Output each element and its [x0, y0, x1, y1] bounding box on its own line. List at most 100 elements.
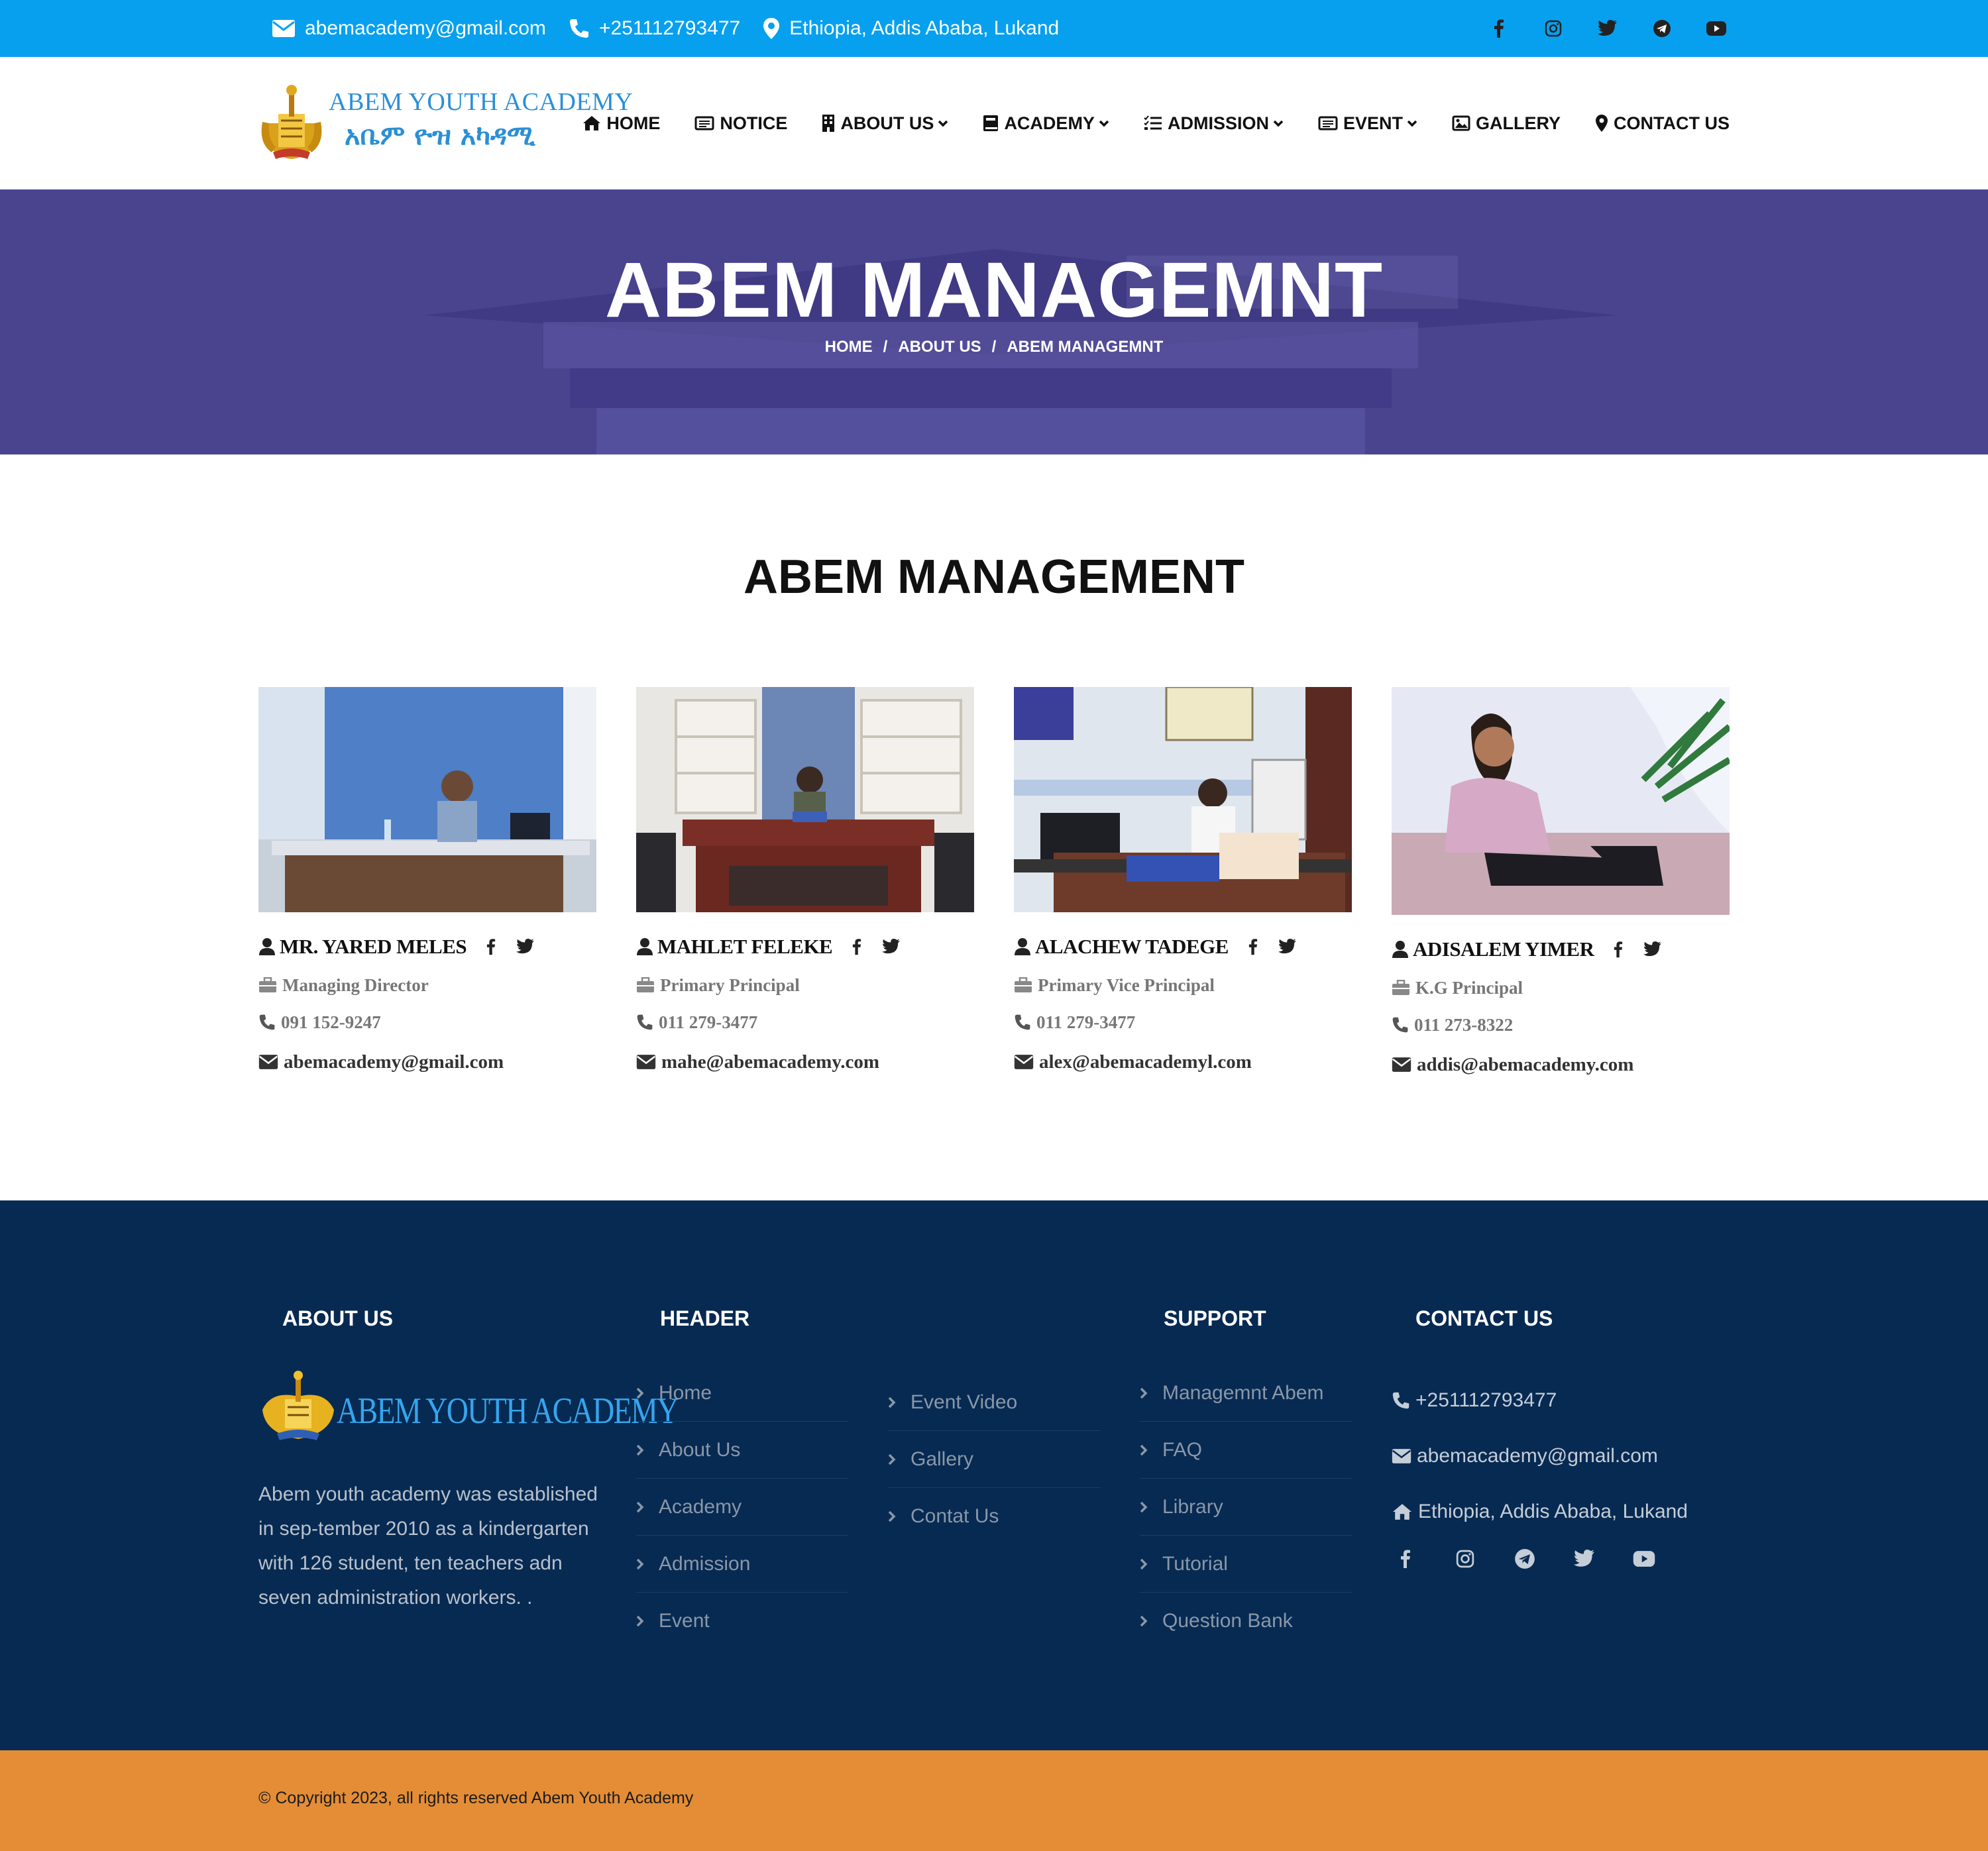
chevron-right-icon	[636, 1444, 644, 1455]
twitter-icon[interactable]	[1594, 15, 1621, 42]
footer-link-contact[interactable]: Contat Us	[888, 1488, 1100, 1545]
top-contact-info: abemacademy@gmail.com +251112793477 Ethi…	[272, 0, 1081, 57]
academy-crest-icon	[261, 85, 322, 159]
footer-link-label: Academy	[659, 1495, 742, 1518]
footer-link-faq[interactable]: FAQ	[1140, 1422, 1352, 1479]
chevron-right-icon	[636, 1558, 644, 1569]
staff-email-text: alex@abemacademyl.com	[1039, 1051, 1252, 1073]
staff-name: MR. YARED MELES	[280, 935, 467, 958]
facebook-icon[interactable]	[1392, 1545, 1419, 1573]
nav-about[interactable]: ABOUT US	[822, 113, 948, 134]
staff-phone-text: 091 152-9247	[281, 1012, 381, 1032]
top-address-text: Ethiopia, Addis Ababa, Lukand	[789, 17, 1060, 39]
facebook-icon[interactable]	[481, 937, 501, 957]
facebook-icon[interactable]	[1608, 939, 1628, 959]
facebook-icon[interactable]	[1243, 937, 1263, 957]
staff-email[interactable]: abemacademy@gmail.com	[258, 1050, 596, 1074]
staff-photo	[1392, 687, 1730, 915]
footer-link-label: Gallery	[911, 1448, 974, 1470]
home-icon	[1392, 1504, 1412, 1520]
map-marker-icon	[763, 18, 780, 39]
footer-link-admission[interactable]: Admission	[636, 1536, 848, 1593]
footer-logo[interactable]: ABEM YOUTH ACADEMY	[258, 1370, 679, 1443]
user-icon	[1015, 938, 1030, 955]
staff-email-text: addis@abemacademy.com	[1417, 1053, 1634, 1075]
copyright-bar: © Copyright 2023, all rights reserved Ab…	[0, 1750, 1988, 1851]
home-icon	[583, 116, 601, 131]
twitter-icon[interactable]	[881, 937, 901, 957]
breadcrumb-about[interactable]: ABOUT US	[898, 338, 981, 356]
envelope-icon	[1014, 1055, 1034, 1069]
nav-gallery[interactable]: GALLERY	[1452, 113, 1561, 134]
staff-email[interactable]: mahe@abemacademy.com	[636, 1050, 974, 1074]
nav-admission-label: ADMISSION	[1167, 113, 1269, 133]
site-logo[interactable]: ABEM YOUTH ACADEMY አቤም ዮዝ አካዳሚ	[258, 83, 633, 163]
newspaper-icon	[694, 116, 714, 131]
nav-academy[interactable]: ACADEMY	[983, 113, 1109, 134]
nav-notice[interactable]: NOTICE	[694, 113, 787, 134]
twitter-icon[interactable]	[1643, 939, 1663, 959]
chevron-right-icon	[1140, 1387, 1148, 1399]
footer-link-label: Home	[659, 1381, 712, 1404]
academy-crest-icon	[262, 1371, 334, 1440]
staff-photo	[258, 687, 596, 912]
nav-contact[interactable]: CONTACT US	[1595, 113, 1730, 134]
nav-event-label: EVENT	[1343, 113, 1403, 133]
top-social-links	[1458, 0, 1730, 57]
envelope-icon	[1392, 1449, 1411, 1463]
phone-icon	[1392, 1017, 1408, 1033]
footer-link-about[interactable]: About Us	[636, 1422, 848, 1479]
facebook-icon[interactable]	[1486, 15, 1512, 42]
nav-admission[interactable]: ADMISSION	[1144, 113, 1284, 134]
youtube-icon[interactable]	[1703, 15, 1730, 42]
staff-email[interactable]: addis@abemacademy.com	[1392, 1053, 1730, 1077]
youtube-icon[interactable]	[1630, 1545, 1658, 1573]
footer-link-tutorial[interactable]: Tutorial	[1140, 1536, 1352, 1593]
top-phone[interactable]: +251112793477	[569, 17, 740, 40]
facebook-icon[interactable]	[847, 937, 867, 957]
footer-link-home[interactable]: Home	[636, 1365, 848, 1422]
twitter-icon[interactable]	[1278, 937, 1298, 957]
staff-email[interactable]: alex@abemacademyl.com	[1014, 1050, 1352, 1074]
nav-event[interactable]: EVENT	[1318, 113, 1417, 134]
nav-home[interactable]: HOME	[582, 113, 660, 134]
footer-link-gallery[interactable]: Gallery	[888, 1431, 1100, 1488]
footer-link-event[interactable]: Event	[636, 1593, 848, 1650]
user-icon	[637, 938, 653, 955]
top-email[interactable]: abemacademy@gmail.com	[272, 17, 546, 40]
staff-name: ALACHEW TADEGE	[1035, 935, 1229, 958]
footer-link-event-video[interactable]: Event Video	[888, 1374, 1100, 1431]
twitter-icon[interactable]	[1571, 1545, 1598, 1573]
staff-card: MR. YARED MELES Managing Director 091 15…	[258, 687, 596, 1074]
twitter-icon[interactable]	[516, 937, 535, 957]
main-menu: HOME NOTICE ABOUT US ACADEMY ADMISSION E…	[548, 57, 1730, 189]
footer-link-label: FAQ	[1162, 1438, 1203, 1461]
chevron-down-icon	[1273, 120, 1284, 127]
footer-link-library[interactable]: Library	[1140, 1479, 1352, 1536]
telegram-icon[interactable]	[1511, 1545, 1539, 1573]
footer-link-academy[interactable]: Academy	[636, 1479, 848, 1536]
nav-about-label: ABOUT US	[840, 113, 934, 133]
footer-link-management[interactable]: Managemnt Abem	[1140, 1365, 1352, 1422]
breadcrumb-current: ABEM MANAGEMNT	[1007, 338, 1164, 356]
top-address: Ethiopia, Addis Ababa, Lukand	[763, 17, 1059, 40]
instagram-icon[interactable]	[1451, 1545, 1479, 1573]
staff-name: MAHLET FELEKE	[657, 935, 833, 958]
footer-email[interactable]: abemacademy@gmail.com	[1392, 1428, 1688, 1484]
footer-social-links	[1392, 1545, 1690, 1573]
telegram-icon[interactable]	[1649, 15, 1675, 42]
staff-phone[interactable]: 011 279-3477	[636, 1010, 974, 1034]
staff-phone[interactable]: 011 273-8322	[1392, 1013, 1730, 1037]
instagram-icon[interactable]	[1540, 15, 1567, 42]
phone-icon	[1392, 1392, 1409, 1409]
footer-phone-text: +251112793477	[1415, 1389, 1557, 1411]
footer-address: Ethiopia, Addis Ababa, Lukand	[1392, 1484, 1688, 1540]
briefcase-icon	[637, 977, 654, 992]
breadcrumb-home[interactable]: HOME	[825, 338, 873, 356]
staff-phone[interactable]: 011 279-3477	[1014, 1010, 1352, 1034]
footer-link-question-bank[interactable]: Question Bank	[1140, 1593, 1352, 1650]
footer-address-text: Ethiopia, Addis Ababa, Lukand	[1418, 1501, 1688, 1522]
footer-phone[interactable]: +251112793477	[1392, 1373, 1688, 1428]
staff-phone[interactable]: 091 152-9247	[258, 1010, 596, 1034]
footer-support-links: Managemnt Abem FAQ Library Tutorial Ques…	[1140, 1365, 1352, 1650]
